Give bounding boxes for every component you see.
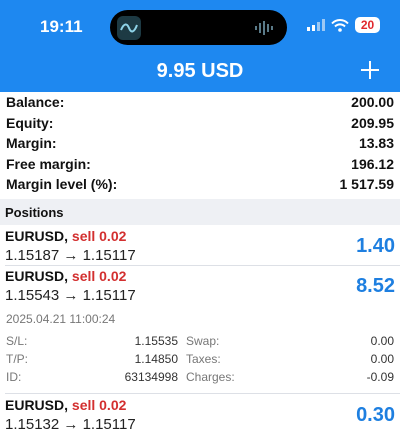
current-price: 1.15117 <box>82 247 136 264</box>
summary-label: Margin: <box>6 135 57 152</box>
position-row[interactable]: EURUSD, sell 0.02 1.15132 → 1.15117 0.30 <box>0 394 400 435</box>
detail-row: ID: 63134998 Charges: -0.09 <box>0 370 400 388</box>
margin-level-row: Margin level (%): 1 517.59 <box>0 174 400 195</box>
plus-icon[interactable] <box>358 58 382 82</box>
status-bar: 19:11 20 <box>0 0 400 54</box>
position-side: sell 0.02 <box>71 228 127 244</box>
detail-value: 0.00 <box>370 334 394 348</box>
detail-value: 0.00 <box>370 352 394 366</box>
detail-value: 63134998 <box>124 370 178 384</box>
summary-value: 1 517.59 <box>339 176 395 193</box>
summary-label: Balance: <box>6 94 65 111</box>
position-profit: 0.30 <box>356 404 395 426</box>
account-summary: Balance: 200.00 Equity: 209.95 Margin: 1… <box>0 92 400 195</box>
positions-section-header: Positions <box>0 199 400 225</box>
summary-label: Margin level (%): <box>6 176 118 193</box>
position-side: sell 0.02 <box>71 397 127 413</box>
detail-value: -0.09 <box>366 370 394 384</box>
floating-profit-title: 9.95 USD <box>156 60 244 82</box>
position-profit: 8.52 <box>356 275 395 297</box>
balance-row: Balance: 200.00 <box>0 92 400 113</box>
detail-label: S/L: <box>6 334 28 348</box>
position-symbol: EURUSD, <box>5 228 69 244</box>
account-header: 9.95 USD <box>0 54 400 92</box>
detail-row: S/L: 1.15535 Swap: 0.00 <box>0 334 400 352</box>
open-price: 1.15543 <box>5 287 60 304</box>
current-price: 1.15117 <box>82 416 136 433</box>
position-row-expanded[interactable]: EURUSD, sell 0.02 1.15543 → 1.15117 8.52 <box>0 265 400 306</box>
wifi-icon <box>331 18 349 32</box>
position-profit: 1.40 <box>356 235 395 257</box>
position-side: sell 0.02 <box>71 268 127 284</box>
cellular-signal-icon <box>307 19 325 31</box>
position-symbol: EURUSD, <box>5 397 69 413</box>
detail-value: 1.14850 <box>134 352 178 366</box>
detail-label: T/P: <box>6 352 29 366</box>
summary-label: Free margin: <box>6 155 91 172</box>
summary-value: 196.12 <box>351 155 394 172</box>
free-margin-row: Free margin: 196.12 <box>0 154 400 175</box>
summary-value: 209.95 <box>351 114 394 131</box>
open-price: 1.15132 <box>5 416 60 433</box>
margin-row: Margin: 13.83 <box>0 133 400 154</box>
status-time: 19:11 <box>40 17 83 36</box>
battery-indicator: 20 <box>355 17 380 33</box>
current-price: 1.15117 <box>82 287 136 304</box>
detail-label: Swap: <box>186 334 220 348</box>
trading-app-icon <box>117 16 141 40</box>
dynamic-island[interactable] <box>110 10 287 45</box>
arrow-right-icon: → <box>63 416 79 433</box>
detail-row: T/P: 1.14850 Taxes: 0.00 <box>0 352 400 370</box>
detail-label: Taxes: <box>186 352 221 366</box>
position-symbol: EURUSD, <box>5 268 69 284</box>
audio-wave-icon <box>255 21 273 35</box>
open-price: 1.15187 <box>5 247 60 264</box>
detail-value: 1.15535 <box>134 334 178 348</box>
open-time: 2025.04.21 11:00:24 <box>6 312 116 326</box>
arrow-right-icon: → <box>63 287 79 304</box>
summary-value: 13.83 <box>358 135 394 152</box>
summary-label: Equity: <box>6 114 54 131</box>
equity-row: Equity: 209.95 <box>0 113 400 134</box>
position-row[interactable]: EURUSD, sell 0.02 1.15187 → 1.15117 1.40 <box>0 225 400 265</box>
detail-label: Charges: <box>186 370 235 384</box>
summary-value: 200.00 <box>351 94 394 111</box>
arrow-right-icon: → <box>63 247 79 264</box>
status-indicators: 20 <box>307 17 380 33</box>
detail-label: ID: <box>6 370 22 384</box>
